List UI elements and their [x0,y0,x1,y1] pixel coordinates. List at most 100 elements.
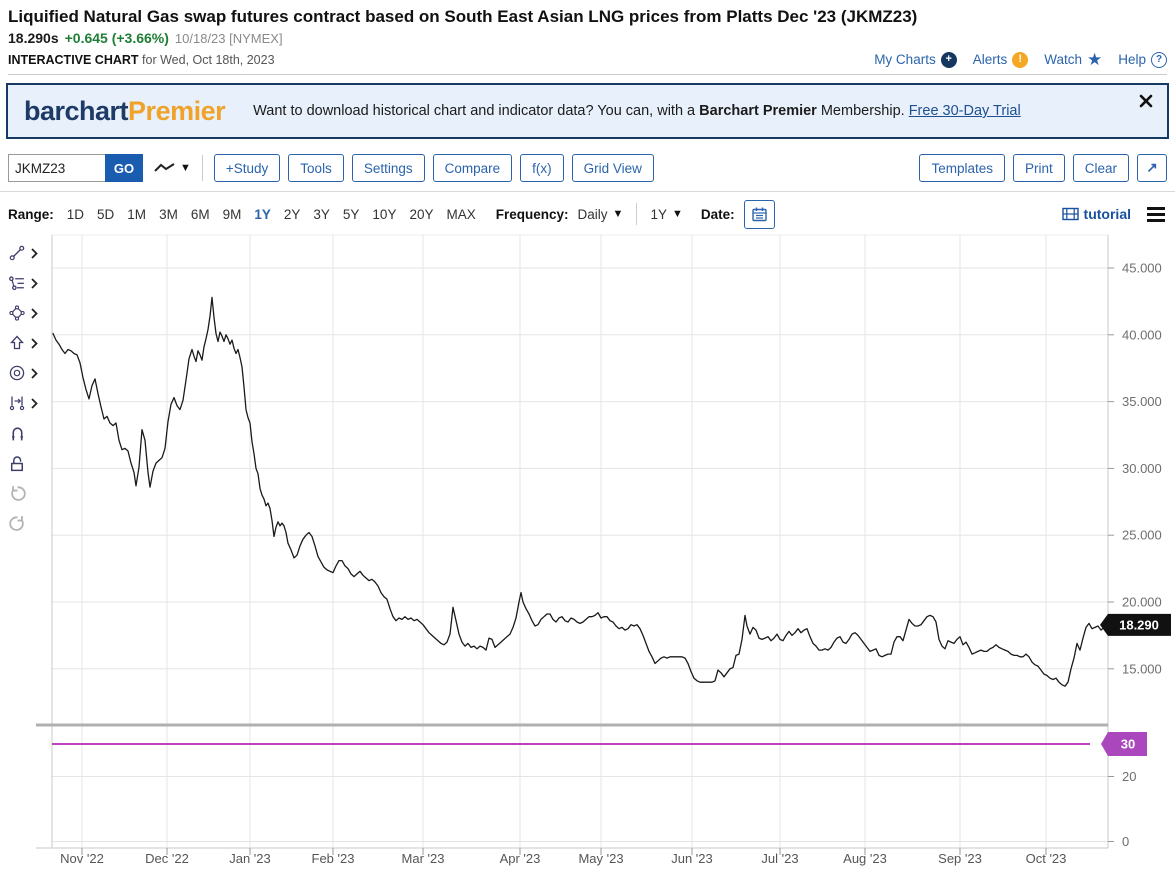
close-icon[interactable] [1139,94,1153,108]
premier-banner: barchartPremier Want to download histori… [6,83,1169,139]
clear-button[interactable]: Clear [1073,154,1129,182]
page-header: Liquified Natural Gas swap futures contr… [0,0,1175,75]
go-button[interactable]: GO [105,154,143,182]
period-dropdown[interactable]: 1Y ▼ [650,207,682,222]
page-title: Liquified Natural Gas swap futures contr… [8,6,1167,28]
svg-text:Jan '23: Jan '23 [229,851,271,866]
range-max[interactable]: MAX [446,207,475,222]
section-date: for Wed, Oct 18th, 2023 [142,53,274,67]
barchart-premier-logo: barchartPremier [24,96,225,127]
range-5y[interactable]: 5Y [343,207,360,222]
trendline-tool[interactable] [8,244,38,262]
svg-text:40.000: 40.000 [1122,327,1162,342]
chevron-right-icon [31,308,38,319]
svg-text:30: 30 [1121,737,1135,752]
measure-icon [8,394,26,412]
polygon-icon [8,304,26,322]
svg-text:Feb '23: Feb '23 [312,851,355,866]
fibonacci-icon [8,274,26,292]
last-price: 18.290s [8,30,59,46]
quote-summary: 18.290s +0.645 (+3.66%) 10/18/23 [NYMEX] [8,30,1167,46]
svg-text:Mar '23: Mar '23 [402,851,445,866]
price-chart-svg[interactable]: 45.000 40.000 35.000 30.000 25.000 20.000 15.0… [0,227,1175,875]
range-1d[interactable]: 1D [67,207,84,222]
range-3y[interactable]: 3Y [313,207,330,222]
ellipse-tool[interactable] [8,364,38,382]
svg-text:20: 20 [1122,769,1136,784]
my-charts-link[interactable]: My Charts + [874,52,957,68]
banner-message: Want to download historical chart and in… [253,103,1021,119]
calendar-button[interactable] [744,200,775,229]
fibonacci-tool[interactable] [8,274,38,292]
svg-text:20.000: 20.000 [1122,595,1162,610]
header-links: My Charts + Alerts ! Watch ★ Help ? [874,51,1167,68]
polygon-tool[interactable] [8,304,38,322]
quote-date-exchange: 10/18/23 [NYMEX] [175,31,283,46]
svg-text:Jul '23: Jul '23 [761,851,798,866]
arrow-tool[interactable] [8,334,38,352]
range-6m[interactable]: 6M [191,207,210,222]
compare-button[interactable]: Compare [433,154,513,182]
chevron-right-icon [31,338,38,349]
chevron-right-icon [31,398,38,409]
chart-toolbar: GO ▼ +Study Tools Settings Compare f(x) … [0,154,1175,192]
fx-button[interactable]: f(x) [520,154,564,182]
svg-text:30.000: 30.000 [1122,461,1162,476]
svg-text:May '23: May '23 [578,851,623,866]
tutorial-link[interactable]: tutorial [1062,206,1131,222]
range-2y[interactable]: 2Y [284,207,301,222]
lock-tool[interactable] [8,454,27,473]
grid-view-button[interactable]: Grid View [572,154,654,182]
magnet-tool[interactable] [8,424,27,443]
templates-button[interactable]: Templates [919,154,1005,182]
settings-button[interactable]: Settings [352,154,425,182]
range-1m[interactable]: 1M [127,207,146,222]
svg-text:45.000: 45.000 [1122,261,1162,276]
chart-type-dropdown[interactable]: ▼ [153,161,191,175]
range-10y[interactable]: 10Y [372,207,396,222]
print-button[interactable]: Print [1013,154,1065,182]
range-9m[interactable]: 9M [223,207,242,222]
help-circle-icon: ? [1151,52,1167,68]
range-20y[interactable]: 20Y [409,207,433,222]
range-1y-selected[interactable]: 1Y [254,207,271,222]
trendline-icon [8,244,26,262]
alerts-link[interactable]: Alerts ! [973,52,1029,68]
svg-text:15.000: 15.000 [1122,661,1162,676]
chevron-right-icon [31,368,38,379]
chevron-right-icon [31,278,38,289]
svg-text:35.000: 35.000 [1122,394,1162,409]
drawing-tools-sidebar [0,227,50,875]
price-change: +0.645 (+3.66%) [65,30,169,46]
range-label: Range: [8,207,54,222]
add-study-button[interactable]: +Study [214,154,280,182]
symbol-input[interactable] [8,154,105,182]
chevron-down-icon: ▼ [180,162,191,174]
expand-chart-button[interactable]: ↗ [1137,154,1167,182]
film-icon [1062,207,1079,221]
svg-text:Oct '23: Oct '23 [1026,851,1067,866]
svg-text:Apr '23: Apr '23 [500,851,541,866]
star-icon: ★ [1087,51,1102,68]
calendar-icon [751,206,768,222]
free-trial-link[interactable]: Free 30-Day Trial [909,103,1021,119]
watch-link[interactable]: Watch ★ [1044,51,1102,68]
chevron-right-icon [31,248,38,259]
redo-button[interactable] [8,514,27,533]
range-bar: Range: 1D 5D 1M 3M 6M 9M 1Y 2Y 3Y 5Y 10Y… [0,192,1175,227]
range-5d[interactable]: 5D [97,207,114,222]
plus-circle-icon: + [941,52,957,68]
measure-tool[interactable] [8,394,38,412]
hamburger-icon[interactable] [1145,205,1167,224]
svg-text:Nov '22: Nov '22 [60,851,104,866]
line-chart-type-icon [153,161,177,175]
frequency-dropdown[interactable]: Daily ▼ [578,207,624,222]
tools-button[interactable]: Tools [288,154,344,182]
svg-text:25.000: 25.000 [1122,528,1162,543]
svg-text:Jun '23: Jun '23 [671,851,713,866]
range-3m[interactable]: 3M [159,207,178,222]
ellipse-icon [8,364,26,382]
undo-button[interactable] [8,484,27,503]
help-link[interactable]: Help ? [1118,52,1167,68]
svg-text:Dec '22: Dec '22 [145,851,189,866]
